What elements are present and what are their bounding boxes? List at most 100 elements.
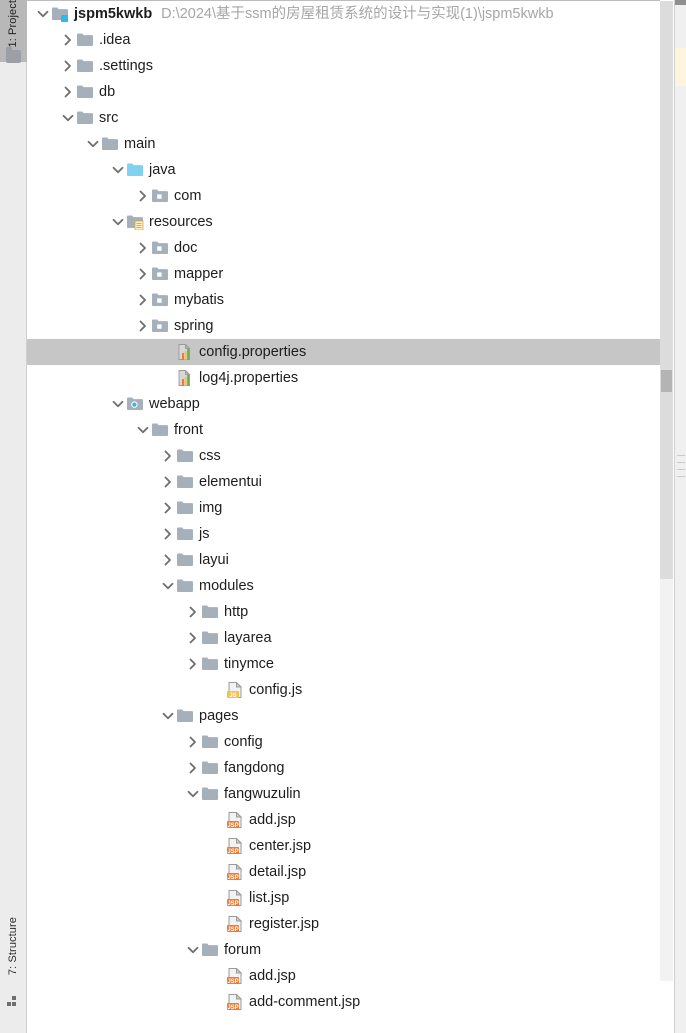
chevron-down-icon[interactable] [60,105,76,131]
structure-blocks-icon [7,996,20,1007]
chevron-right-icon[interactable] [160,521,176,547]
tree-row[interactable]: .idea [27,27,660,53]
tree-row[interactable]: mapper [27,261,660,287]
tree-row[interactable]: doc [27,235,660,261]
twisty-spacer [160,339,176,365]
tree-row[interactable]: log4j.properties [27,365,660,391]
tree-row[interactable]: resources [27,209,660,235]
tree-row[interactable]: forum [27,937,660,963]
chevron-right-icon[interactable] [185,599,201,625]
folder-icon [176,573,196,599]
tool-window-tab-structure[interactable]: 7: Structure [0,900,27,992]
tree-node-label: add-comment.jsp [249,989,360,1015]
chevron-down-icon[interactable] [110,157,126,183]
chevron-right-icon[interactable] [160,443,176,469]
tree-node-label: com [174,183,201,209]
chevron-right-icon[interactable] [135,313,151,339]
tree-node-label: fangdong [224,755,284,781]
jsp-file-icon: JSP [226,989,246,1015]
gutter-warning-marker[interactable] [675,48,686,86]
chevron-down-icon[interactable] [185,937,201,963]
tree-row[interactable]: src [27,105,660,131]
tree-row[interactable]: JSPcenter.jsp [27,833,660,859]
module-folder-icon [51,1,71,27]
chevron-right-icon[interactable] [160,547,176,573]
tree-node-label: css [199,443,221,469]
twisty-spacer [210,833,226,859]
chevron-down-icon[interactable] [110,209,126,235]
tree-row[interactable]: webapp [27,391,660,417]
tree-row[interactable]: js [27,521,660,547]
folder-icon [176,547,196,573]
tree-row[interactable]: JSPadd-comment.jsp [27,989,660,1015]
vertical-scrollbar-thumb[interactable] [660,1,673,579]
chevron-down-icon[interactable] [160,703,176,729]
tree-row[interactable]: fangdong [27,755,660,781]
twisty-spacer [210,807,226,833]
twisty-spacer [210,677,226,703]
project-folder-icon [6,50,21,63]
chevron-down-icon[interactable] [135,417,151,443]
tree-node-label: resources [149,209,213,235]
tree-row[interactable]: JSPdetail.jsp [27,859,660,885]
tree-row[interactable]: modules [27,573,660,599]
tree-row[interactable]: main [27,131,660,157]
tree-row[interactable]: pages [27,703,660,729]
chevron-right-icon[interactable] [135,287,151,313]
tree-row[interactable]: spring [27,313,660,339]
tree-row[interactable]: layarea [27,625,660,651]
tree-row[interactable]: JSPregister.jsp [27,911,660,937]
tree-node-path: D:\2024\基于ssm的房屋租赁系统的设计与实现(1)\jspm5kwkb [161,1,553,27]
tree-row[interactable]: mybatis [27,287,660,313]
js-file-icon: JS [226,677,246,703]
chevron-down-icon[interactable] [185,781,201,807]
chevron-right-icon[interactable] [135,235,151,261]
chevron-right-icon[interactable] [135,183,151,209]
tree-row[interactable]: JSPadd.jsp [27,963,660,989]
tree-row[interactable]: tinymce [27,651,660,677]
folder-icon [201,937,221,963]
tree-row[interactable]: com [27,183,660,209]
tree-node-label: elementui [199,469,262,495]
chevron-down-icon[interactable] [110,391,126,417]
chevron-right-icon[interactable] [60,79,76,105]
chevron-right-icon[interactable] [160,495,176,521]
tree-row[interactable]: .settings [27,53,660,79]
chevron-right-icon[interactable] [185,651,201,677]
tree-row[interactable]: http [27,599,660,625]
tree-row[interactable]: css [27,443,660,469]
tree-row[interactable]: jspm5kwkbD:\2024\基于ssm的房屋租赁系统的设计与实现(1)\j… [27,1,660,27]
tree-row[interactable]: JSPlist.jsp [27,885,660,911]
marker-gutter[interactable] [674,0,686,1033]
twisty-spacer [210,911,226,937]
tree-row[interactable]: config.properties [27,339,660,365]
package-folder-icon [151,261,171,287]
tree-row[interactable]: java [27,157,660,183]
tree-row[interactable]: front [27,417,660,443]
twisty-spacer [210,859,226,885]
chevron-right-icon[interactable] [185,729,201,755]
chevron-right-icon[interactable] [135,261,151,287]
chevron-right-icon[interactable] [60,27,76,53]
chevron-down-icon[interactable] [160,573,176,599]
package-folder-icon [151,313,171,339]
chevron-right-icon[interactable] [185,755,201,781]
chevron-right-icon[interactable] [185,625,201,651]
chevron-down-icon[interactable] [85,131,101,157]
chevron-right-icon[interactable] [60,53,76,79]
folder-icon [151,417,171,443]
tree-row[interactable]: img [27,495,660,521]
chevron-right-icon[interactable] [160,469,176,495]
project-tree[interactable]: jspm5kwkbD:\2024\基于ssm的房屋租赁系统的设计与实现(1)\j… [27,0,660,1033]
tree-node-label: spring [174,313,214,339]
twisty-spacer [160,365,176,391]
tree-row[interactable]: layui [27,547,660,573]
tree-row[interactable]: JSPadd.jsp [27,807,660,833]
tree-row[interactable]: db [27,79,660,105]
tree-row[interactable]: elementui [27,469,660,495]
svg-text:JS: JS [229,693,236,698]
tree-row[interactable]: JSconfig.js [27,677,660,703]
tree-row[interactable]: fangwuzulin [27,781,660,807]
chevron-down-icon[interactable] [35,1,51,27]
tree-row[interactable]: config [27,729,660,755]
